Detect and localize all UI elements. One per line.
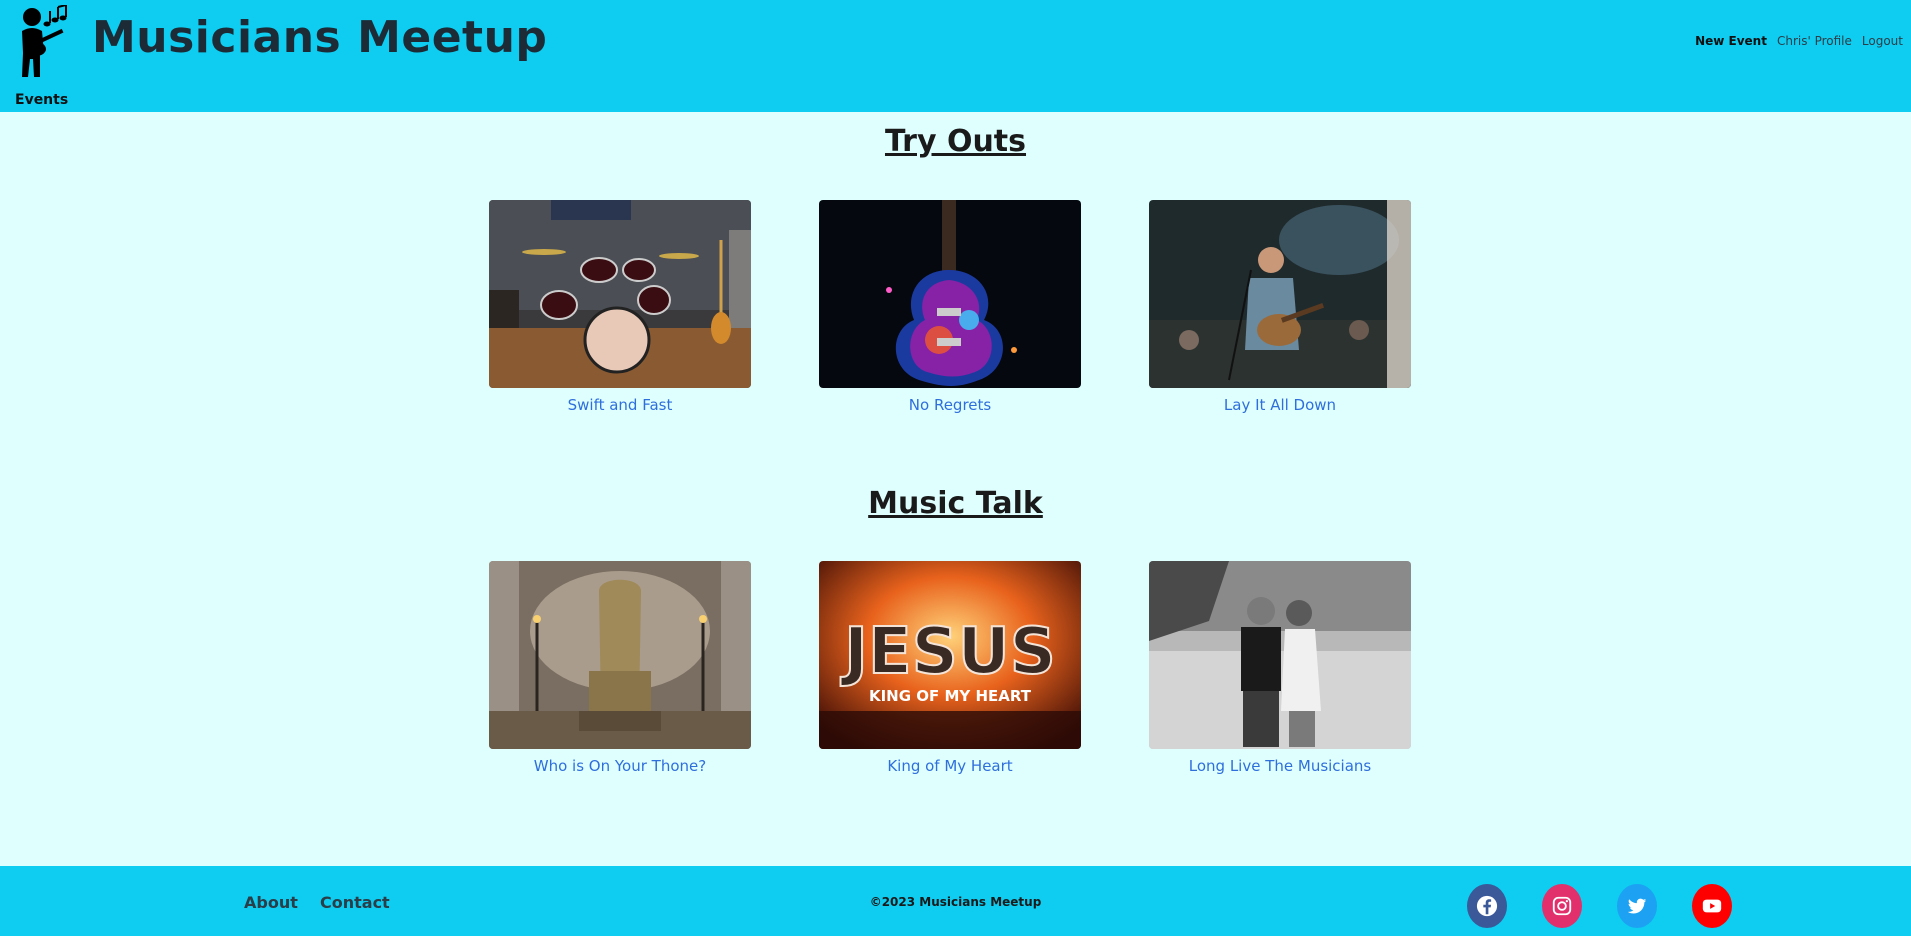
youtube-icon[interactable] — [1692, 884, 1732, 928]
event-card: Who is On Your Thone? — [489, 561, 751, 775]
event-title-link[interactable]: King of My Heart — [819, 757, 1081, 775]
event-title-link[interactable]: Who is On Your Thone? — [489, 757, 751, 775]
section-title-try-outs: Try Outs — [884, 124, 1027, 159]
site-title: Musicians Meetup — [92, 12, 548, 63]
instagram-icon[interactable] — [1542, 884, 1582, 928]
event-image-drum-kit[interactable] — [489, 200, 751, 388]
svg-text:JESUS: JESUS — [840, 615, 1056, 689]
event-card: Long Live The Musicians — [1149, 561, 1411, 775]
nav-profile-link[interactable]: Chris' Profile — [1777, 34, 1852, 48]
event-card: No Regrets — [819, 200, 1081, 414]
event-title-link[interactable]: Swift and Fast — [489, 396, 751, 414]
facebook-icon[interactable] — [1467, 884, 1507, 928]
event-card: Swift and Fast — [489, 200, 751, 414]
section-title-music-talk: Music Talk — [868, 486, 1043, 521]
event-image-singer-on-stage[interactable] — [1149, 200, 1411, 388]
event-image-jesus-king-of-my-heart[interactable]: JESUS KING OF MY HEART — [819, 561, 1081, 749]
event-title-link[interactable]: Lay It All Down — [1149, 396, 1411, 414]
event-image-neon-guitar[interactable] — [819, 200, 1081, 388]
site-footer: About Contact ©2023 Musicians Meetup — [0, 866, 1911, 936]
event-card: Lay It All Down — [1149, 200, 1411, 414]
event-image-throne[interactable] — [489, 561, 751, 749]
event-image-couple[interactable] — [1149, 561, 1411, 749]
svg-text:KING OF MY HEART: KING OF MY HEART — [869, 687, 1032, 705]
top-nav: New Event Chris' Profile Logout — [1695, 34, 1903, 48]
nav-events-link[interactable]: Events — [15, 92, 68, 108]
event-title-link[interactable]: No Regrets — [819, 396, 1081, 414]
event-title-link[interactable]: Long Live The Musicians — [1149, 757, 1411, 775]
nav-new-event-link[interactable]: New Event — [1695, 34, 1767, 48]
twitter-icon[interactable] — [1617, 884, 1657, 928]
guitarist-logo-icon[interactable] — [14, 5, 70, 81]
site-header: Musicians Meetup Events New Event Chris'… — [0, 0, 1911, 112]
nav-logout-link[interactable]: Logout — [1862, 34, 1903, 48]
event-card: JESUS KING OF MY HEART King of My Heart — [819, 561, 1081, 775]
